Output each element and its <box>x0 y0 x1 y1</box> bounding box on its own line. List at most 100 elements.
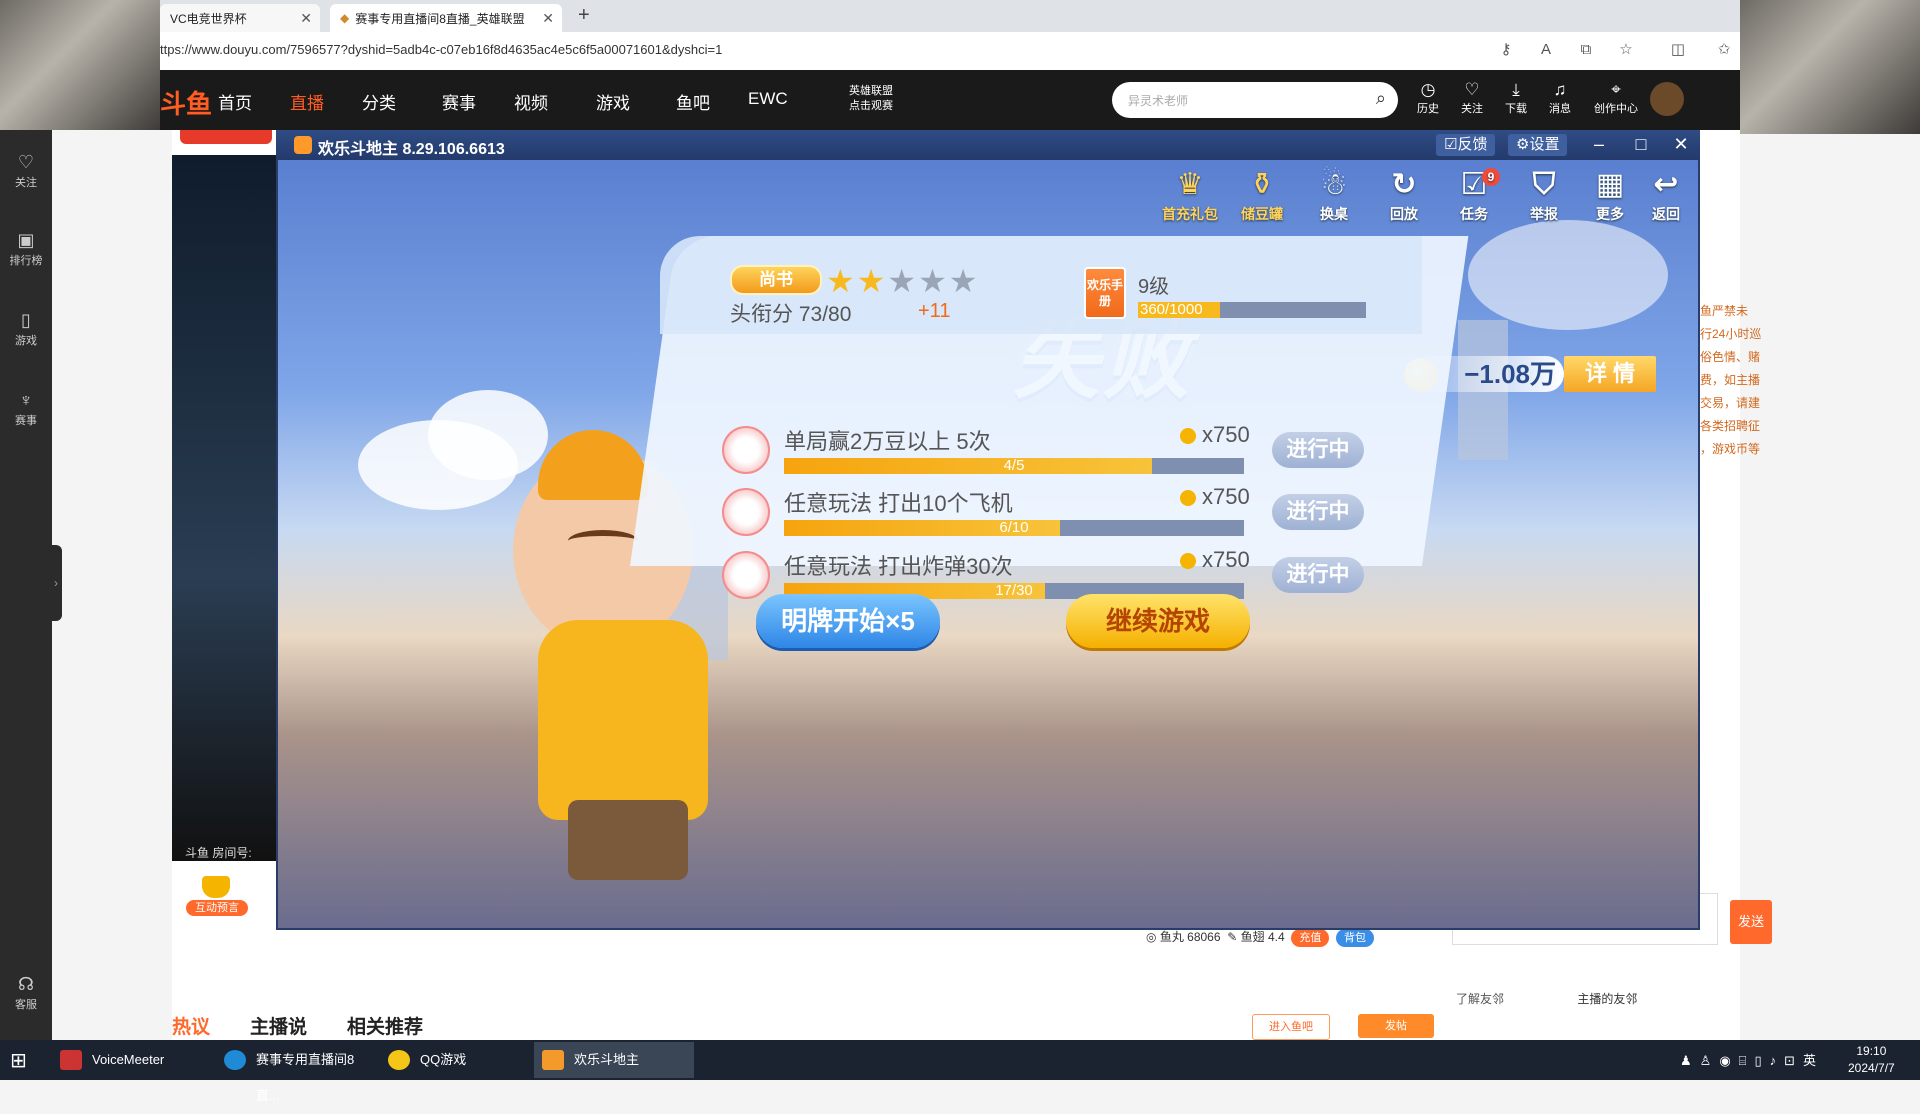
user-avatar[interactable] <box>1650 82 1684 116</box>
enter-fishbar-button[interactable]: 进入鱼吧 <box>1252 1014 1330 1040</box>
search-icon[interactable]: ⌕ <box>1376 88 1386 109</box>
tray-app-icon[interactable]: ♟ <box>1680 1053 1700 1068</box>
sidebar-item-follow[interactable]: ♡ 关注 <box>0 150 52 190</box>
toolbar-replay[interactable]: ↻ 回放 <box>1376 166 1432 224</box>
taskbar-app-label: 赛事专用直播间8直... <box>256 1052 355 1103</box>
toolbar-piggy-bank[interactable]: ⚱ 储豆罐 <box>1234 166 1290 224</box>
taskbar-app-qqgame[interactable]: QQ游戏 <box>380 1042 530 1078</box>
sidebar-item-support[interactable]: ☊ 客服 <box>0 972 52 1012</box>
feedback-button[interactable]: ☑反馈 <box>1436 134 1496 156</box>
notice-line: 各类招聘征 <box>1700 419 1761 433</box>
new-tab-button[interactable]: + <box>578 4 590 27</box>
task-status-button[interactable]: 进行中 <box>1272 432 1364 468</box>
windows-start-icon[interactable]: ⊞ <box>10 1048 27 1073</box>
nav-category[interactable]: 分类 <box>362 89 396 114</box>
toolbar-change-table[interactable]: ☃ 换桌 <box>1306 166 1362 224</box>
header-download[interactable]: ⤓ 下载 <box>1496 80 1536 116</box>
settings-button[interactable]: ⚙设置 <box>1508 134 1568 156</box>
sidebar-item-ranking[interactable]: ▣ 排行榜 <box>0 228 52 268</box>
ime-indicator[interactable]: 英 <box>1803 1053 1824 1068</box>
favorites-icon[interactable]: ✩ <box>1714 40 1734 60</box>
taskbar-app-voicemeeter[interactable]: VoiceMeeter <box>52 1042 212 1078</box>
toolbar-more[interactable]: ▦ 更多 <box>1582 166 1638 224</box>
lol-event-badge[interactable]: 英雄联盟 点击观赛 <box>832 84 910 120</box>
header-creator-center[interactable]: ⌖ 创作中心 <box>1592 80 1640 116</box>
nav-games[interactable]: 游戏 <box>596 89 630 114</box>
tab-hot[interactable]: 热议 <box>172 1017 210 1038</box>
usb-icon[interactable]: ⌸ <box>1739 1053 1755 1068</box>
header-history[interactable]: ◷ 历史 <box>1408 80 1448 116</box>
task-reward-text: x750 <box>1202 422 1250 447</box>
extension-icon[interactable]: ⧉ <box>1576 40 1596 60</box>
taskbar-app-label: VoiceMeeter <box>92 1052 165 1067</box>
detail-button[interactable]: 详 情 <box>1564 356 1656 392</box>
tab-related[interactable]: 相关推荐 <box>347 1017 423 1038</box>
nav-fishbar[interactable]: 鱼吧 <box>676 89 710 114</box>
nav-ewc[interactable]: EWC <box>748 89 788 109</box>
close-button[interactable]: ✕ <box>1666 131 1696 157</box>
clock-date: 2024/7/7 <box>1848 1061 1895 1075</box>
favorite-star-icon[interactable]: ☆ <box>1616 40 1636 60</box>
download-icon: ⤓ <box>1512 80 1520 99</box>
happy-manual-icon[interactable]: 欢乐手册 <box>1084 267 1126 319</box>
search-input[interactable]: 异灵术老师 <box>1128 92 1188 109</box>
header-icon-label: 下载 <box>1505 103 1527 115</box>
nav-events[interactable]: 赛事 <box>442 89 476 114</box>
minimize-button[interactable]: – <box>1584 131 1614 157</box>
taskbar-app-edge[interactable]: 赛事专用直播间8直... <box>216 1042 376 1103</box>
level-progress-text: 360/1000 <box>1140 301 1203 318</box>
taskbar-clock[interactable]: 19:10 2024/7/7 <box>1848 1043 1895 1077</box>
close-tab-icon[interactable]: ✕ <box>542 10 554 27</box>
rank-score: 头衔分 73/80 <box>730 303 852 326</box>
ghost-icon: ☃ <box>1320 168 1348 201</box>
toolbar-tasks[interactable]: ☑ 任务 9 <box>1446 166 1502 224</box>
tab-streamer-says[interactable]: 主播说 <box>250 1017 307 1038</box>
toolbar-report[interactable]: ⛉ 举报 <box>1516 166 1572 224</box>
recharge-button[interactable]: 充值 <box>1291 929 1330 947</box>
task-progress-bar: 4/5 <box>784 457 1244 474</box>
toolbar-label: 返回 <box>1652 206 1680 222</box>
bag-button[interactable]: 背包 <box>1336 929 1374 947</box>
nav-home[interactable]: 首页 <box>218 89 252 114</box>
post-button[interactable]: 发帖 <box>1358 1014 1434 1038</box>
url-field[interactable]: ttps://www.douyu.com/7596577?dyshid=5adb… <box>160 42 722 57</box>
nav-video[interactable]: 视频 <box>514 89 548 114</box>
friends-help-link[interactable]: 了解友邻 <box>1456 992 1504 1006</box>
show-cards-start-button[interactable]: 明牌开始×5 <box>756 594 940 648</box>
split-screen-icon[interactable]: ◫ <box>1668 40 1688 60</box>
toolbar-first-charge[interactable]: ♛ 首充礼包 <box>1162 166 1218 224</box>
sidebar-expand-button[interactable]: › <box>50 545 62 621</box>
read-aloud-icon[interactable]: A <box>1536 40 1556 60</box>
video-player[interactable] <box>172 155 278 861</box>
sidebar-item-events[interactable]: ♆ 赛事 <box>0 388 52 428</box>
key-icon[interactable]: ⚷ <box>1496 40 1516 60</box>
nav-live[interactable]: 直播 <box>290 89 324 114</box>
battery-icon[interactable]: ▯ <box>1754 1053 1769 1068</box>
browser-tab-active[interactable]: ◆ 赛事专用直播间8直播_英雄联盟 ✕ <box>330 4 562 32</box>
send-button[interactable]: 发送 <box>1730 900 1772 944</box>
task-row: 任意玩法 打出10个飞机 x750 6/10 进行中 <box>722 480 1364 540</box>
tray-app-icon[interactable]: ◉ <box>1719 1053 1738 1068</box>
header-follow[interactable]: ♡ 关注 <box>1452 80 1492 116</box>
maximize-button[interactable]: □ <box>1626 131 1656 157</box>
speaker-icon[interactable]: ♪ <box>1770 1053 1785 1068</box>
task-status-button[interactable]: 进行中 <box>1272 557 1364 593</box>
search-box[interactable]: 异灵术老师 ⌕ <box>1112 82 1398 118</box>
coin-icon <box>1180 553 1196 570</box>
close-tab-icon[interactable]: ✕ <box>300 10 312 27</box>
continue-game-button[interactable]: 继续游戏 <box>1066 594 1250 648</box>
task-status-button[interactable]: 进行中 <box>1272 494 1364 530</box>
browser-tab[interactable]: VC电竞世界杯 ✕ <box>160 4 320 32</box>
interact-predict-button[interactable]: 互动预言 <box>186 876 248 916</box>
toolbar-label: 储豆罐 <box>1241 206 1283 222</box>
network-icon[interactable]: ⊡ <box>1784 1053 1803 1068</box>
red-tab-button[interactable] <box>180 130 272 144</box>
coin-icon <box>1180 428 1196 445</box>
site-logo[interactable]: 斗鱼 <box>160 84 212 121</box>
toolbar-back[interactable]: ↩ 返回 <box>1638 166 1694 224</box>
taskbar-app-doudizhu[interactable]: 欢乐斗地主 <box>534 1042 694 1078</box>
sidebar-item-games[interactable]: ▯ 游戏 <box>0 308 52 348</box>
header-messages[interactable]: ♫ 消息 <box>1540 80 1580 116</box>
tray-app-icon[interactable]: ♙ <box>1700 1053 1720 1068</box>
heart-icon: ♡ <box>1464 80 1480 99</box>
